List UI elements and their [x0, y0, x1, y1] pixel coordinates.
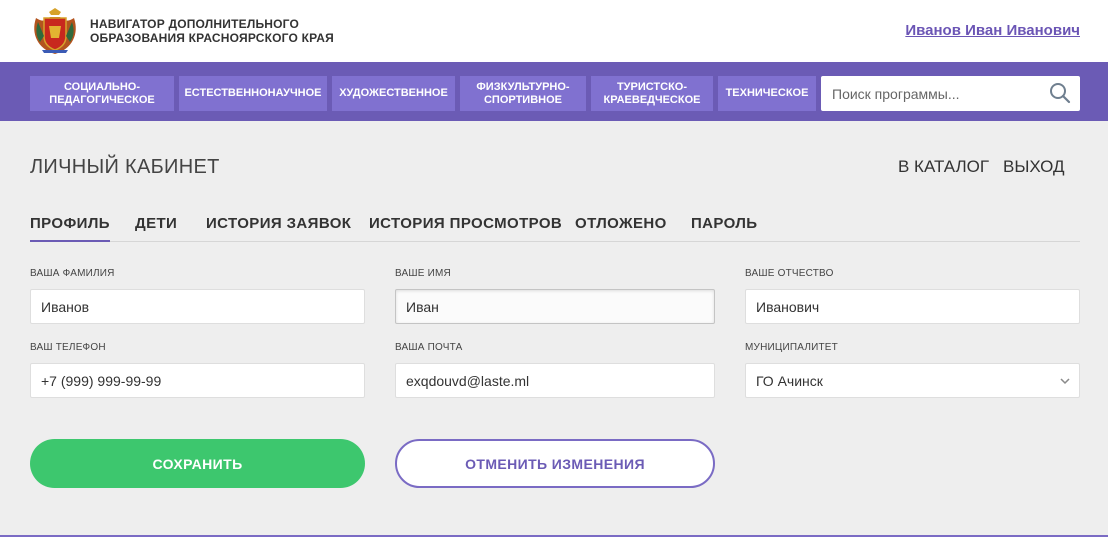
- patronymic-field-box: [745, 289, 1080, 324]
- brand-title[interactable]: НАВИГАТОР ДОПОЛНИТЕЛЬНОГО ОБРАЗОВАНИЯ КР…: [90, 17, 334, 45]
- phone-field-box: [30, 363, 365, 398]
- category-label: СОЦИАЛЬНО-: [63, 80, 141, 93]
- email-field-box: [395, 363, 715, 398]
- catalog-link[interactable]: В КАТАЛОГ: [898, 157, 989, 177]
- category-label: ПЕДАГОГИЧЕСКОЕ: [49, 93, 155, 106]
- user-profile-link[interactable]: Иванов Иван Иванович: [905, 22, 1080, 39]
- tab-profile[interactable]: ПРОФИЛЬ: [30, 215, 110, 242]
- surname-field-box: [30, 289, 365, 324]
- tab-view-history[interactable]: ИСТОРИЯ ПРОСМОТРОВ: [369, 215, 562, 232]
- category-tourism[interactable]: ТУРИСТСКО- КРАЕВЕДЧЕСКОЕ: [591, 76, 713, 111]
- tab-password[interactable]: ПАРОЛЬ: [691, 215, 757, 232]
- category-label: ЕСТЕСТВЕННОНАУЧНОЕ: [184, 87, 322, 99]
- category-label: ТЕХНИЧЕСКОЕ: [725, 87, 809, 99]
- patronymic-input[interactable]: [746, 290, 1079, 323]
- municipality-select[interactable]: ГО Ачинск: [745, 363, 1080, 398]
- tab-saved[interactable]: ОТЛОЖЕНО: [575, 215, 667, 232]
- category-label: ТУРИСТСКО-: [616, 80, 688, 93]
- save-button[interactable]: СОХРАНИТЬ: [30, 439, 365, 488]
- phone-input[interactable]: [31, 364, 364, 397]
- name-field-box: [395, 289, 715, 324]
- patronymic-label: ВАШЕ ОТЧЕСТВО: [745, 268, 834, 279]
- category-art[interactable]: ХУДОЖЕСТВЕННОЕ: [332, 76, 455, 111]
- category-technical[interactable]: ТЕХНИЧЕСКОЕ: [718, 76, 816, 111]
- logout-link[interactable]: ВЫХОД: [1003, 157, 1065, 177]
- search-box: [821, 76, 1080, 111]
- brand-line-1: НАВИГАТОР ДОПОЛНИТЕЛЬНОГО: [90, 17, 300, 31]
- cancel-changes-button[interactable]: ОТМЕНИТЬ ИЗМЕНЕНИЯ: [395, 439, 715, 488]
- search-input[interactable]: [821, 76, 1041, 111]
- tab-application-history[interactable]: ИСТОРИЯ ЗАЯВОК: [206, 215, 351, 232]
- profile-tabs: ПРОФИЛЬ ДЕТИ ИСТОРИЯ ЗАЯВОК ИСТОРИЯ ПРОС…: [30, 214, 1080, 242]
- email-label: ВАША ПОЧТА: [395, 342, 463, 353]
- search-icon[interactable]: [1049, 82, 1071, 104]
- name-input[interactable]: [396, 290, 714, 323]
- site-header: НАВИГАТОР ДОПОЛНИТЕЛЬНОГО ОБРАЗОВАНИЯ КР…: [0, 0, 1108, 62]
- municipality-label: МУНИЦИПАЛИТЕТ: [745, 342, 838, 353]
- phone-label: ВАШ ТЕЛЕФОН: [30, 342, 106, 353]
- category-social-pedagogical[interactable]: СОЦИАЛЬНО- ПЕДАГОГИЧЕСКОЕ: [30, 76, 174, 111]
- category-sport[interactable]: ФИЗКУЛЬТУРНО- СПОРТИВНОЕ: [460, 76, 586, 111]
- tab-children[interactable]: ДЕТИ: [135, 215, 177, 232]
- brand-line-2: ОБРАЗОВАНИЯ КРАСНОЯРСКОГО КРАЯ: [90, 31, 334, 45]
- surname-input[interactable]: [31, 290, 364, 323]
- category-label: КРАЕВЕДЧЕСКОЕ: [603, 93, 701, 106]
- name-label: ВАШЕ ИМЯ: [395, 268, 451, 279]
- page-title: ЛИЧНЫЙ КАБИНЕТ: [30, 156, 220, 178]
- category-label: ХУДОЖЕСТВЕННОЕ: [339, 87, 448, 99]
- category-label: СПОРТИВНОЕ: [483, 93, 562, 106]
- category-nav: СОЦИАЛЬНО- ПЕДАГОГИЧЕСКОЕ ЕСТЕСТВЕННОНАУЧ…: [0, 62, 1108, 121]
- chevron-down-icon: [1060, 378, 1070, 385]
- coat-of-arms-icon[interactable]: [30, 6, 80, 56]
- category-natural-science[interactable]: ЕСТЕСТВЕННОНАУЧНОЕ: [179, 76, 327, 111]
- municipality-value: ГО Ачинск: [756, 373, 823, 389]
- category-label: ФИЗКУЛЬТУРНО-: [476, 80, 570, 93]
- email-input[interactable]: [396, 364, 714, 397]
- surname-label: ВАША ФАМИЛИЯ: [30, 268, 115, 279]
